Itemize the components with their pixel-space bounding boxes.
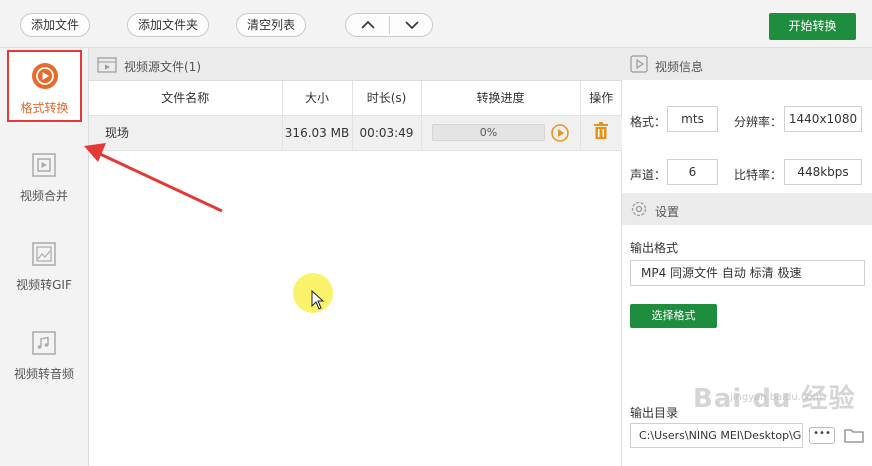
chevron-up-icon (360, 20, 375, 29)
column-header-size[interactable]: 大小 (282, 81, 353, 116)
output-format-label: 输出格式 (630, 241, 679, 255)
channels-label: 声道： (630, 168, 667, 182)
clear-list-button[interactable]: 清空列表 (236, 13, 306, 37)
format-label: 格式： (630, 115, 667, 129)
format-convert-icon (31, 63, 58, 89)
channels-value: 6 (667, 159, 718, 185)
start-convert-button[interactable]: 开始转换 (769, 13, 856, 40)
source-files-header: 视频源文件(1) (89, 48, 622, 81)
table-row[interactable]: 现场 316.03 MB 00:03:49 0% (89, 115, 622, 151)
progress-cell: 0% (421, 115, 581, 151)
play-icon[interactable] (551, 123, 569, 142)
source-files-title: 视频源文件(1) (124, 60, 201, 74)
column-header-actions[interactable]: 操作 (580, 81, 622, 116)
column-header-name[interactable]: 文件名称 (89, 81, 283, 116)
resolution-value: 1440x1080 (784, 106, 862, 132)
bitrate-value: 448kbps (784, 159, 862, 185)
actions-cell (580, 115, 622, 151)
video-merge-icon (32, 153, 56, 177)
sidebar-item-label: 视频合并 (19, 189, 68, 203)
add-file-button[interactable]: 添加文件 (20, 13, 90, 37)
video-info-title: 视频信息 (655, 60, 704, 74)
column-header-duration[interactable]: 时长(s) (352, 81, 422, 116)
trash-icon[interactable] (593, 122, 609, 140)
settings-title: 设置 (655, 205, 680, 219)
output-format-field[interactable]: MP4 同源文件 自动 标清 极速 (630, 260, 865, 286)
choose-format-button[interactable]: 选择格式 (630, 304, 717, 328)
column-header-progress[interactable]: 转换进度 (421, 81, 581, 116)
output-dir-label: 输出目录 (630, 406, 679, 420)
reorder-buttons (345, 13, 433, 37)
sidebar-item-label: 格式转换 (20, 101, 69, 115)
settings-header: 设置 (622, 193, 872, 225)
toolbar: 添加文件 添加文件夹 清空列表 开始转换 (0, 0, 872, 48)
file-size-cell: 316.03 MB (282, 115, 353, 151)
video-file-icon (97, 57, 117, 73)
sidebar-item-video-to-audio[interactable]: 视频转音频 (0, 330, 88, 382)
sidebar-item-label: 视频转GIF (16, 278, 72, 292)
output-dir-field[interactable]: C:\Users\NING MEI\Desktop\G (630, 423, 803, 448)
watermark-url: jingyan.baidu.com (730, 392, 823, 403)
video-info-icon (630, 55, 648, 73)
resolution-label: 分辨率： (734, 115, 783, 129)
folder-icon[interactable] (844, 427, 864, 443)
sidebar-item-format-convert[interactable]: 格式转换 (7, 50, 82, 122)
mouse-cursor-icon (311, 290, 325, 310)
sidebar: 格式转换 视频合并 视频转GIF 视频转音频 (0, 48, 89, 466)
progress-bar: 0% (432, 124, 545, 141)
bitrate-label: 比特率： (734, 168, 783, 182)
video-to-gif-icon (32, 242, 56, 266)
gear-icon (631, 201, 647, 217)
chevron-down-icon (404, 21, 419, 30)
file-table: 文件名称 大小 时长(s) 转换进度 操作 现场 316.03 MB 00:03… (89, 81, 622, 151)
file-name-cell: 现场 (89, 115, 283, 151)
add-folder-button[interactable]: 添加文件夹 (127, 13, 209, 37)
sidebar-item-video-to-gif[interactable]: 视频转GIF (0, 241, 88, 293)
sidebar-item-video-merge[interactable]: 视频合并 (0, 152, 88, 204)
browse-button[interactable]: ••• (809, 427, 835, 444)
file-duration-cell: 00:03:49 (352, 115, 422, 151)
video-to-audio-icon (32, 331, 56, 355)
source-files-panel: 视频源文件(1) 文件名称 大小 时长(s) 转换进度 操作 现场 316.03… (89, 48, 622, 466)
sidebar-item-label: 视频转音频 (13, 367, 74, 381)
move-down-button[interactable] (390, 14, 433, 36)
format-value: mts (667, 106, 718, 132)
video-info-header: 视频信息 (622, 48, 872, 80)
move-up-button[interactable] (346, 14, 389, 36)
